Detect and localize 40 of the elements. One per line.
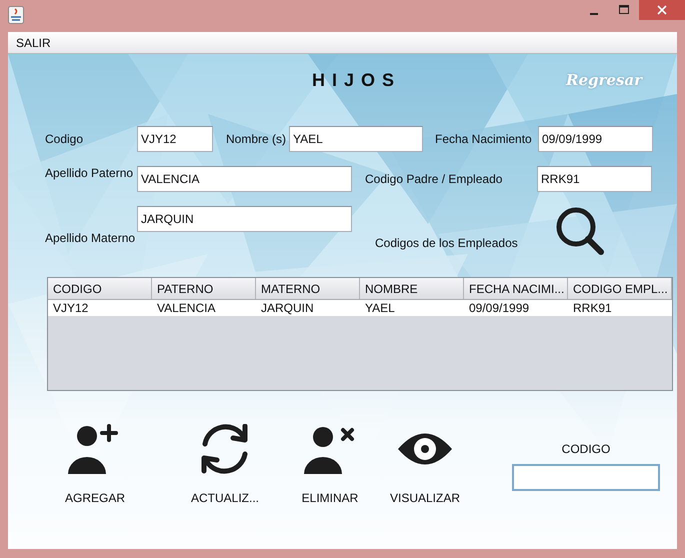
field-label: Apellido Paterno [45,166,134,180]
column-header[interactable]: CODIGO EMPL... [568,278,672,299]
lookup-label: Codigos de los Empleados [375,236,519,250]
menu-item[interactable]: SALIR [8,36,59,50]
field-label: Codigo [45,132,84,146]
table-cell-text: JARQUIN [260,300,315,316]
app-icon [8,6,24,24]
table-cell-text: RRK91 [572,300,613,316]
close-button[interactable] [639,0,685,20]
column-header[interactable]: CODIGO [48,278,152,299]
minimize-icon [590,13,598,15]
column-header[interactable]: PATERNO [152,278,256,299]
column-header[interactable]: FECHA NACIMI... [464,278,568,299]
table-cell-text: 09/09/1999 [468,300,530,316]
search-label: CODIGO [562,442,610,456]
maximize-icon [619,5,629,15]
text-field[interactable]: 09/09/1999 [538,126,653,152]
remove-user-icon [304,424,356,474]
code-field[interactable] [512,464,660,491]
field-label: Nombre (s) [226,132,288,146]
close-icon [657,5,667,15]
action-button[interactable]: ACTUALIZ... [170,421,280,505]
action-button[interactable]: AGREGAR [60,421,130,505]
search-icon[interactable] [555,206,605,256]
action-button[interactable]: ELIMINAR [280,421,380,505]
column-header[interactable]: MATERNO [256,278,360,299]
table-cell-text: VJY12 [52,300,90,316]
table-cell-text: YAEL [364,300,396,316]
text-field[interactable]: RRK91 [537,166,652,192]
table-cell-text: VALENCIA [156,300,216,316]
field-label: Codigo Padre / Empleado [365,172,504,186]
text-field[interactable]: VJY12 [137,126,213,152]
text-field[interactable]: VALENCIA [137,166,352,192]
field-label: Fecha Nacimiento [435,132,533,146]
page-title: H I J O S [312,70,396,91]
text-field[interactable]: YAEL [289,126,423,152]
text-field[interactable]: JARQUIN [137,206,352,232]
column-header[interactable]: NOMBRE [360,278,464,299]
action-button[interactable]: VISUALIZAR [390,421,460,505]
field-label: Apellido Materno [45,231,136,245]
